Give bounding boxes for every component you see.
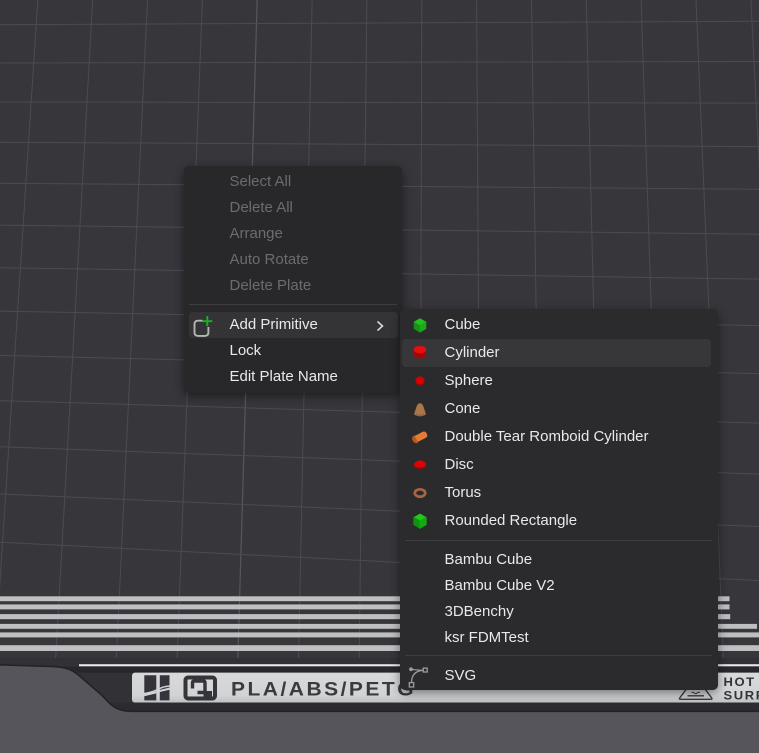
svg-text:PLA/ABS/PETG: PLA/ABS/PETG [231,679,416,700]
svg-text:HOT: HOT [724,675,756,688]
svg-text:SURFACE: SURFACE [724,689,759,702]
